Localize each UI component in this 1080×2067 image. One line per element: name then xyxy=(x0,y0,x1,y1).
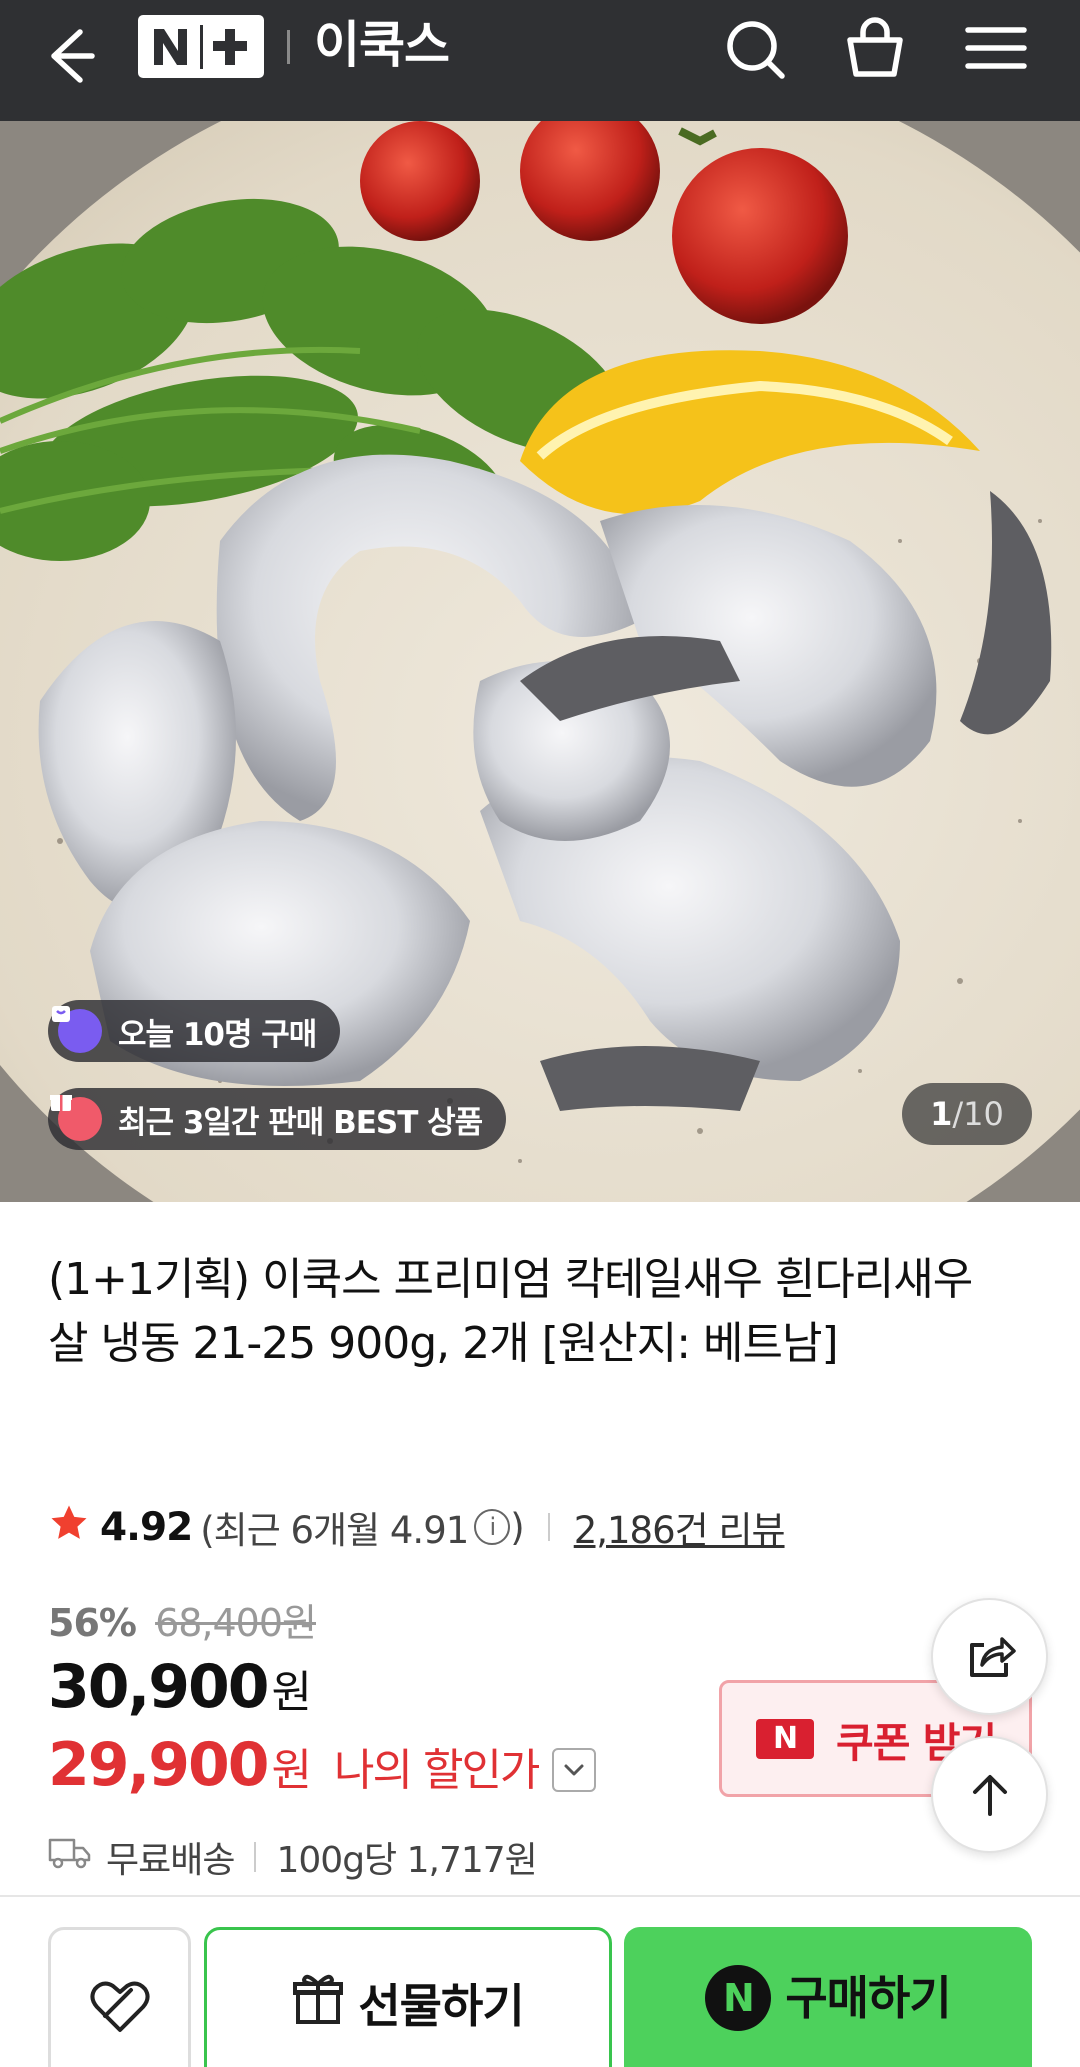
shopping-bag-icon[interactable] xyxy=(840,12,910,82)
back-arrow-icon[interactable] xyxy=(40,22,110,92)
my-discount-price[interactable]: 29,900 원 나의 할인가 xyxy=(48,1730,597,1810)
image-counter-current: 1 xyxy=(930,1095,953,1133)
top-header: 이쿡스 xyxy=(0,0,1080,121)
best-seller-badge: 최근 3일간 판매 BEST 상품 xyxy=(48,1088,507,1150)
search-icon[interactable] xyxy=(720,12,790,82)
rating-divider xyxy=(547,1513,550,1541)
star-icon xyxy=(48,1502,90,1553)
gift-button[interactable]: 선물하기 xyxy=(204,1927,612,2067)
wishlist-button[interactable] xyxy=(48,1927,191,2067)
sale-price-unit: 원 xyxy=(271,1667,313,1718)
chevron-down-icon[interactable] xyxy=(552,1748,597,1792)
share-icon xyxy=(969,1636,1016,1677)
header-divider xyxy=(287,30,290,64)
review-count-link[interactable]: 2,186건 리뷰 xyxy=(574,1500,786,1554)
rating-row: 4.92 (최근 6개월 4.91 i ) 2,186건 리뷰 xyxy=(48,1500,786,1554)
sale-price-value: 30,900 xyxy=(48,1652,270,1722)
delivery-divider xyxy=(254,1842,257,1872)
gift-icon xyxy=(293,1974,344,2024)
today-purchase-text: 오늘 10명 구매 xyxy=(118,1016,317,1053)
gift-badge-icon xyxy=(50,1095,102,1141)
scroll-top-button[interactable] xyxy=(931,1736,1048,1853)
free-delivery-text: 무료배송 xyxy=(106,1840,235,1881)
product-image[interactable]: 오늘 10명 구매 최근 3일간 판매 BEST 상품 1/10 xyxy=(0,121,1080,1202)
today-purchase-badge: 오늘 10명 구매 xyxy=(48,1000,341,1062)
original-price: 68,400원 xyxy=(155,1601,317,1645)
discount-row: 56% 68,400원 xyxy=(48,1592,317,1647)
buy-button[interactable]: N 구매하기 xyxy=(624,1927,1032,2067)
my-price-unit: 원 xyxy=(271,1745,313,1796)
bottom-action-bar: 선물하기 N 구매하기 xyxy=(0,1895,1080,2067)
naver-plus-logo[interactable] xyxy=(138,15,264,78)
image-counter: 1/10 xyxy=(902,1083,1032,1145)
image-counter-total: /10 xyxy=(952,1095,1004,1133)
unit-price-text: 100g당 1,717원 xyxy=(276,1840,537,1881)
gift-label: 선물하기 xyxy=(358,1979,524,2033)
naver-pay-logo: N xyxy=(705,1965,772,2031)
arrow-up-icon xyxy=(972,1774,1007,1816)
discount-percent: 56% xyxy=(48,1601,137,1645)
truck-icon xyxy=(48,1836,92,1879)
my-price-label: 나의 할인가 xyxy=(334,1745,540,1796)
heart-icon xyxy=(89,1981,150,2032)
best-seller-text: 최근 3일간 판매 BEST 상품 xyxy=(118,1104,483,1141)
delivery-row: 무료배송 100g당 1,717원 xyxy=(48,1832,538,1882)
rating-score: 4.92 xyxy=(100,1504,193,1550)
bag-badge-icon xyxy=(52,1006,102,1053)
naver-n-badge: N xyxy=(756,1718,814,1759)
recent-rating: (최근 6개월 4.91 xyxy=(200,1509,469,1552)
store-name[interactable]: 이쿡스 xyxy=(314,10,450,80)
share-button[interactable] xyxy=(931,1598,1048,1715)
product-title: (1+1기획) 이쿡스 프리미엄 칵테일새우 흰다리새우살 냉동 21-25 9… xyxy=(48,1254,973,1369)
info-icon[interactable]: i xyxy=(474,1509,511,1545)
recent-rating-close: ) xyxy=(510,1505,524,1549)
my-price-value: 29,900 xyxy=(48,1730,270,1800)
buy-label: 구매하기 xyxy=(785,1971,951,2025)
menu-icon[interactable] xyxy=(960,12,1030,82)
sale-price: 30,900원 xyxy=(48,1652,313,1722)
